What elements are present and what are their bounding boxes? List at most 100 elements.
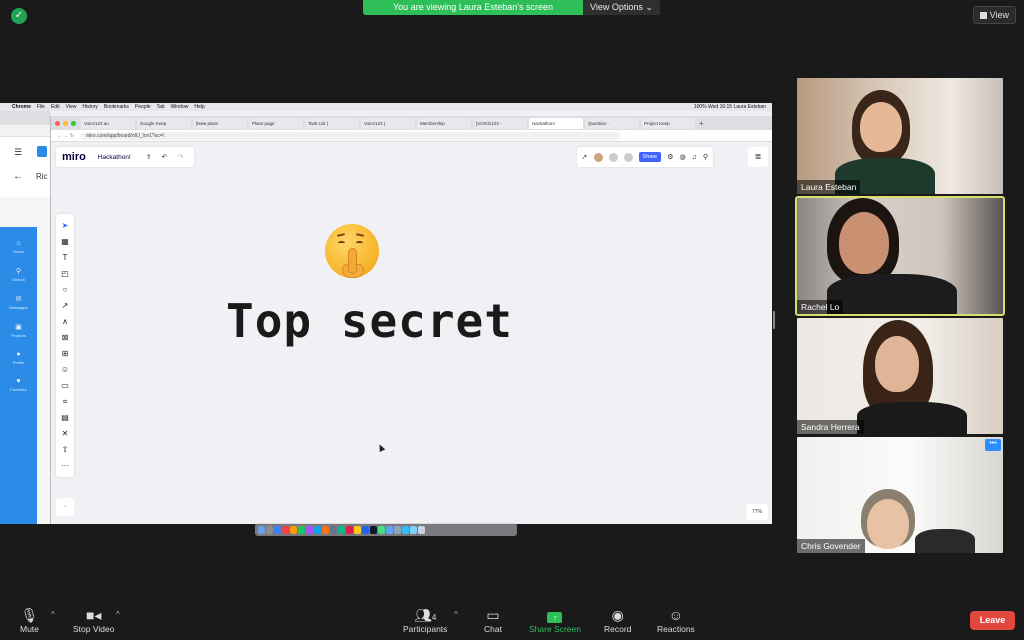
browser-tab: Question - [585,117,639,129]
search-icon: ⚲ [15,268,22,275]
background-browser-window: ☰ ← Ric ⌂ Home ⚲ Search ✉ Messages ▣ Project… [0,111,50,524]
encryption-shield-icon[interactable]: ✓ [11,8,27,24]
mac-menu-item: Edit [50,104,60,110]
participant-video-sandra[interactable]: Sandra Herrera [797,318,1003,434]
share-screen-arrow-icon: ↑ [547,612,563,623]
background-title: Ric [36,172,48,181]
participants-label: Participants [403,624,448,634]
sidebar-item-messages: ✉ Messages [0,295,37,310]
upload-tool-icon: ⇧ [61,445,69,454]
table-tool-icon: ⊞ [61,349,69,358]
search-icon: ⚲ [702,154,708,161]
miro-top-toolbar: miro Hackathon! ⇪ ↶ ↷ [56,147,195,167]
browser-tab: Google Keep [137,117,191,129]
reactions-button[interactable]: ☺ Reactions [657,606,695,634]
emoji-brow [336,233,346,237]
mac-dock [255,523,517,536]
share-screen-button[interactable]: ↑ Share Screen [529,606,581,634]
stop-video-button[interactable]: ■◂ Stop Video [73,606,114,634]
smiley-plus-icon: ☺ [668,607,684,623]
undo-icon: ↶ [161,154,168,161]
participant-video-chris[interactable]: ••• Chris Govender [797,437,1003,553]
browser-tab: Task List | [305,117,359,129]
minimap-icon: ▫ [56,498,74,516]
export-icon: ⇪ [145,154,152,161]
board-name: Hackathon! [97,153,131,161]
sticky-note-tool-icon: ◰ [61,269,69,278]
card-tool-icon: ▤ [61,413,69,422]
sidebar-item-projects: ▣ Projects [0,323,37,338]
browser-tab: [New plans [193,117,247,129]
dock-app-icon [370,525,377,534]
shushing-face-emoji [325,224,379,278]
participant-video-laura[interactable]: Laura Esteban [797,78,1003,194]
reactions-label: Reactions [657,624,695,634]
person-body [827,274,957,314]
mute-button[interactable]: 🎙︎ Mute [20,606,39,634]
shared-screen: Chrome File Edit View History Bookmarks … [0,103,772,524]
sidebar-item-search: ⚲ Search [0,267,37,282]
share-screen-label: Share Screen [529,624,581,634]
participant-name: Chris Govender [797,539,865,553]
person-face [867,499,909,549]
mouse-cursor-icon [376,443,386,452]
emoji-finger [348,248,357,274]
cursor-follow-icon: ➚ [581,154,588,161]
dock-app-icon [386,525,393,534]
split-resize-handle[interactable] [773,311,775,329]
dock-app-icon [354,525,361,534]
miro-left-toolbar: ➤ ▦ T ◰ ○ ↗ ∧ ⊠ ⊞ ☺ ▭ ⌗ ▤ ✕ ⇧ ··· [56,214,74,477]
mail-icon: ✉ [15,296,22,303]
emoji-eye [356,241,363,245]
person-face [860,102,902,152]
participants-chevron-icon[interactable]: ^ [454,610,458,619]
minimize-window-icon [63,120,68,126]
sidebar-item-label: Profile [12,360,25,365]
pen-tool-icon: ∧ [62,317,68,326]
comment-tool-icon: ▭ [61,381,69,390]
mac-menu-item: Window [170,104,189,110]
audio-options-chevron-icon[interactable]: ^ [51,610,55,619]
more-options-icon[interactable]: ••• [985,439,1001,451]
dock-app-icon [258,525,265,534]
participant-video-rachel[interactable]: Rachel Lo [795,196,1005,316]
participants-button[interactable]: 👥︎4 Participants [403,606,447,634]
emoji-eye [338,241,345,245]
dock-app-icon [322,525,329,534]
chat-label: Chat [484,624,502,634]
record-button[interactable]: ◉ Record [604,606,631,634]
miro-board: miro Hackathon! ⇪ ↶ ↷ ➚ Share ⚙ ◍ ♫ ⚲ ≣ … [51,142,772,524]
record-label: Record [604,624,632,634]
sidebar-item-label: Favorites [10,387,27,392]
browser-addressbar: ← → ↻ miro.com/app/board/o9J_lce1?uc=/ [51,130,772,142]
grid-icon [979,12,987,19]
mute-label: Mute [20,624,39,634]
video-options-chevron-icon[interactable]: ^ [116,610,120,619]
dock-app-icon [266,525,273,534]
chat-bubble-icon: ▭ [486,607,500,623]
background-app-header: ☰ ← Ric [0,137,50,197]
record-icon: ◉ [611,607,624,623]
template-tool-icon: ▦ [61,237,69,246]
mac-menu-item: History [82,104,98,110]
view-layout-button[interactable]: View [972,6,1016,24]
emoji-brow [355,233,365,237]
browser-tab: Voice123 au [81,117,135,129]
dock-app-icon [290,525,297,534]
participant-name: Laura Esteban [797,180,861,194]
browser-tab: Plans page [249,117,303,129]
mac-menu-item: Tab [156,104,165,110]
stop-video-label: Stop Video [73,624,115,634]
view-options-button[interactable]: View Options ⌄ [583,0,660,15]
leave-meeting-button[interactable]: Leave [970,611,1015,630]
maximize-window-icon [71,120,76,126]
shape-tool-icon: ○ [62,285,68,294]
mac-menu-item: Bookmarks [103,104,129,110]
dock-app-icon [282,525,289,534]
sidebar-item-label: Messages [9,305,28,310]
meeting-controls-bar: 🎙︎ Mute ^ ■◂ Stop Video ^ 👥︎4 Participan… [0,602,1024,640]
chat-button[interactable]: ▭ Chat [484,606,502,634]
sidebar-item-home: ⌂ Home [0,240,37,254]
sidebar-item-favorites: ♥ Favorites [0,378,37,392]
bell-icon: ♫ [691,153,697,161]
